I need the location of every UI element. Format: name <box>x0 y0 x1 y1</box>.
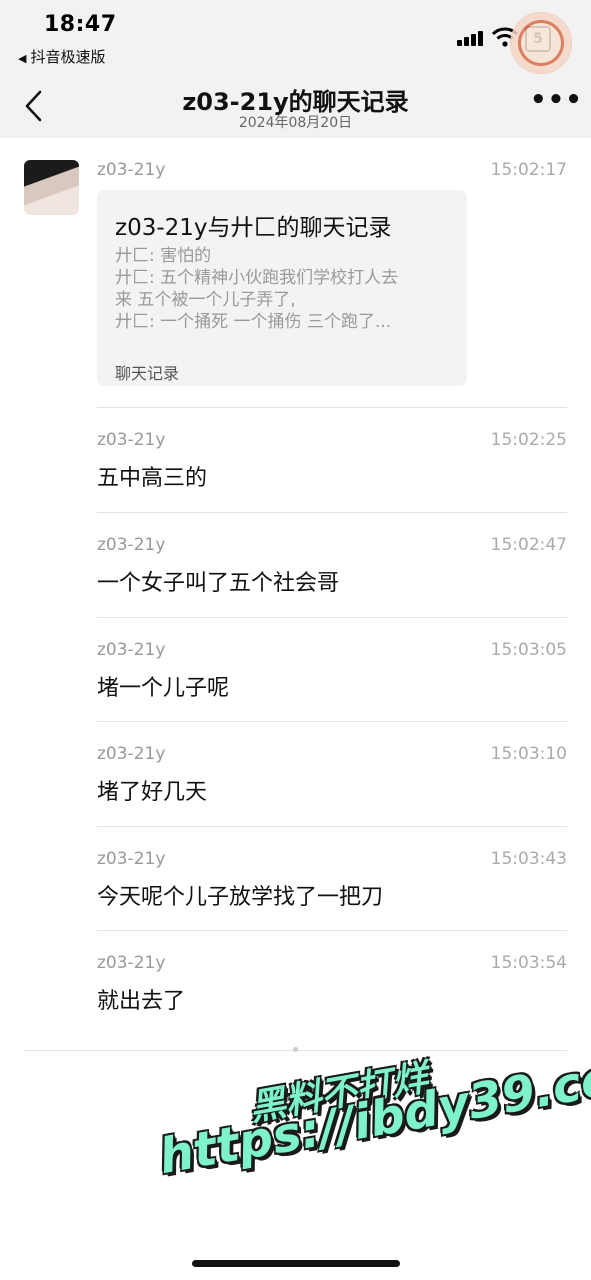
end-dot <box>293 1047 298 1052</box>
chat-record-preview: 廾匚: 害怕的 廾匚: 五个精神小伙跑我们学校打人去 来 五个被一个儿子弄了, … <box>115 245 455 333</box>
chat-record-line: 廾匚: 五个精神小伙跑我们学校打人去 <box>115 268 399 288</box>
message-time: 15:02:17 <box>490 160 567 180</box>
chat-record-line: 来 五个被一个儿子弄了, <box>115 290 296 310</box>
message-time: 15:03:05 <box>490 640 567 660</box>
message-time: 15:03:43 <box>490 849 567 869</box>
message-text: 堵一个儿子呢 <box>97 676 230 701</box>
message-time: 15:02:25 <box>490 430 567 450</box>
back-triangle-icon: ◀ <box>18 52 27 65</box>
sender-name: z03-21y <box>97 160 166 180</box>
cellular-signal-icon <box>457 30 485 46</box>
back-app-label: 抖音极速版 <box>30 48 106 66</box>
chat-record-line: 廾匚: 害怕的 <box>115 246 212 266</box>
sender-name: z03-21y <box>97 849 166 869</box>
divider <box>97 407 567 408</box>
message-text: 一个女子叫了五个社会哥 <box>97 571 340 596</box>
sender-name: z03-21y <box>97 744 166 764</box>
divider <box>97 512 567 513</box>
message-text: 五中高三的 <box>97 466 208 491</box>
message-time: 15:02:47 <box>490 535 567 555</box>
divider <box>97 826 567 827</box>
status-bar: 18:47 ◀抖音极速版 5 <box>0 0 591 80</box>
divider <box>97 930 567 931</box>
sender-name: z03-21y <box>97 430 166 450</box>
chat-record-line: 廾匚: 一个捅死 一个捅伤 三个跑了... <box>115 312 392 332</box>
sender-name: z03-21y <box>97 640 166 660</box>
chat-record-card[interactable]: z03-21y与廾匚的聊天记录 廾匚: 害怕的 廾匚: 五个精神小伙跑我们学校打… <box>97 190 467 386</box>
more-options-icon[interactable]: ••• <box>530 87 583 113</box>
message-text: 就出去了 <box>97 989 186 1014</box>
chat-history-header: z03-21y的聊天记录 2024年08月20日 ••• <box>0 80 591 138</box>
message-text: 今天呢个儿子放学找了一把刀 <box>97 885 384 910</box>
status-time: 18:47 <box>44 12 117 37</box>
message-text: 堵了好几天 <box>97 780 208 805</box>
chat-record-footer: 聊天记录 <box>115 364 180 383</box>
avatar[interactable] <box>24 160 79 215</box>
sender-name: z03-21y <box>97 953 166 973</box>
divider <box>97 721 567 722</box>
divider <box>97 617 567 618</box>
sender-name: z03-21y <box>97 535 166 555</box>
back-to-app-link[interactable]: ◀ 抖音极速版 <box>18 46 105 67</box>
page-date: 2024年08月20日 <box>238 115 353 131</box>
decorative-seal-image <box>510 12 572 74</box>
chat-record-title: z03-21y与廾匚的聊天记录 <box>115 215 392 241</box>
message-time: 15:03:54 <box>490 953 567 973</box>
message-time: 15:03:10 <box>490 744 567 764</box>
home-indicator[interactable] <box>192 1260 400 1267</box>
